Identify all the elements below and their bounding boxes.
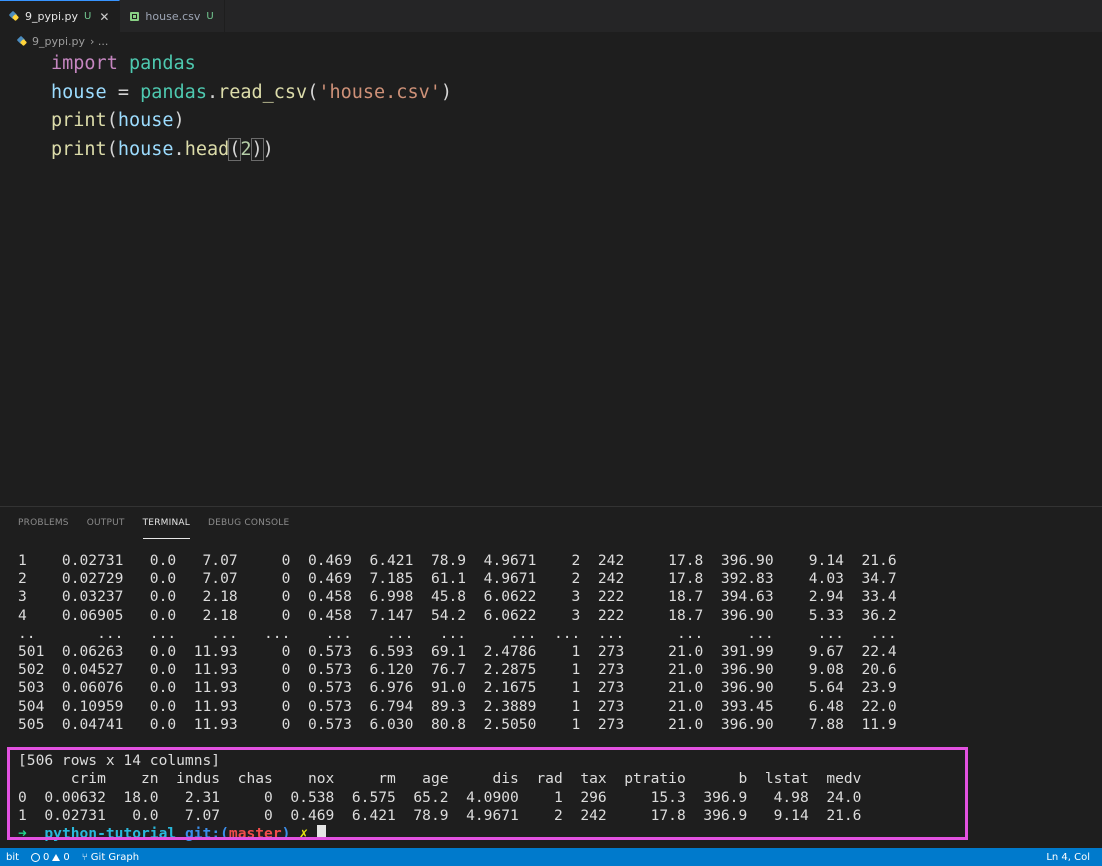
terminal-line: .. ... ... ... ... ... ... ... ... ... .…: [18, 624, 897, 642]
tab-9-pypi-py[interactable]: 9_pypi.py U ✕: [0, 0, 121, 32]
tab-house-csv[interactable]: house.csv U: [120, 0, 225, 32]
terminal-line: 503 0.06076 0.0 11.93 0 0.573 6.976 91.0…: [18, 679, 897, 697]
terminal-cursor: [316, 825, 326, 841]
prompt-arrow-icon: ➜: [18, 825, 27, 843]
code-line-1: import pandas: [51, 53, 196, 74]
terminal-prompt[interactable]: ➜ python-tutorial git:(master) ✗: [18, 825, 897, 843]
tab-output[interactable]: OUTPUT: [87, 507, 125, 539]
terminal-line: 2 0.02729 0.0 7.07 0 0.469 7.185 61.1 4.…: [18, 570, 897, 588]
terminal-line: 4 0.06905 0.0 2.18 0 0.458 7.147 54.2 6.…: [18, 606, 897, 624]
git-graph-label: Git Graph: [90, 851, 140, 863]
terminal-line: 1 0.02731 0.0 7.07 0 0.469 6.421 78.9 4.…: [18, 806, 862, 824]
error-count: 0: [43, 851, 50, 863]
breadcrumb: 9_pypi.py › ...: [18, 34, 108, 48]
python-file-icon: [18, 37, 27, 46]
close-icon[interactable]: ✕: [99, 10, 109, 24]
git-graph-icon: ⑂: [81, 851, 88, 863]
warning-icon: [52, 853, 61, 861]
terminal-output[interactable]: 1 0.02731 0.0 7.07 0 0.469 6.421 78.9 4.…: [18, 552, 897, 843]
terminal-line: 501 0.06263 0.0 11.93 0 0.573 6.593 69.1…: [18, 643, 897, 661]
terminal-line: 504 0.10959 0.0 11.93 0 0.573 6.794 89.3…: [18, 697, 897, 715]
breadcrumb-trail[interactable]: › ...: [90, 35, 108, 48]
status-left-label[interactable]: bit: [0, 852, 25, 863]
bracket-match: (: [228, 137, 242, 161]
untracked-badge: U: [206, 10, 214, 22]
editor-tab-bar: 9_pypi.py U ✕ house.csv U: [0, 0, 1102, 32]
prompt-git: git:(: [184, 825, 229, 843]
git-graph-button[interactable]: ⑂ Git Graph: [76, 852, 145, 863]
code-editor[interactable]: import pandas house = pandas.read_csv('ho…: [0, 50, 1102, 505]
terminal-line: [506 rows x 14 columns]: [18, 752, 221, 770]
code-text[interactable]: import pandas house = pandas.read_csv('ho…: [51, 50, 452, 164]
csv-file-icon: [130, 11, 140, 21]
terminal-line: 505 0.04741 0.0 11.93 0 0.573 6.030 80.8…: [18, 715, 897, 733]
tab-debug-console[interactable]: DEBUG CONSOLE: [208, 507, 289, 539]
terminal-line: crim zn indus chas nox rm age dis rad ta…: [18, 770, 862, 788]
dirty-mark: ✗: [299, 825, 309, 843]
code-line-2: house = pandas.read_csv('house.csv'): [51, 81, 453, 103]
code-line-3: print(house): [51, 110, 185, 131]
terminal-line: 0 0.00632 18.0 2.31 0 0.538 6.575 65.2 4…: [18, 788, 862, 806]
tab-terminal[interactable]: TERMINAL: [142, 507, 190, 539]
python-file-icon: [10, 12, 19, 21]
prompt-directory: python-tutorial: [44, 825, 177, 843]
breadcrumb-file[interactable]: 9_pypi.py: [32, 35, 85, 48]
bottom-panel: PROBLEMS OUTPUT TERMINAL DEBUG CONSOLE 1…: [0, 506, 1102, 849]
terminal-line: 502 0.04527 0.0 11.93 0 0.573 6.120 76.7…: [18, 661, 897, 679]
cursor-position[interactable]: Ln 4, Col: [1040, 852, 1096, 863]
untracked-badge: U: [84, 11, 92, 22]
prompt-git-close: ): [281, 825, 291, 843]
panel-tabs: PROBLEMS OUTPUT TERMINAL DEBUG CONSOLE: [18, 507, 289, 539]
terminal-line: 1 0.02731 0.0 7.07 0 0.469 6.421 78.9 4.…: [18, 552, 897, 569]
warning-count: 0: [63, 851, 70, 863]
status-bar: bit 0 0 ⑂ Git Graph Ln 4, Col: [0, 848, 1102, 866]
terminal-line: 3 0.03237 0.0 2.18 0 0.458 6.998 45.8 6.…: [18, 588, 897, 606]
code-line-4: print(house.head(2)): [51, 137, 274, 161]
prompt-branch: master: [228, 825, 282, 843]
error-icon: [31, 852, 41, 862]
bracket-match: ): [250, 137, 264, 161]
tab-label: 9_pypi.py: [25, 10, 79, 23]
tab-problems[interactable]: PROBLEMS: [18, 507, 69, 539]
problems-indicator[interactable]: 0 0: [25, 852, 76, 863]
tab-label: house.csv: [145, 9, 201, 23]
